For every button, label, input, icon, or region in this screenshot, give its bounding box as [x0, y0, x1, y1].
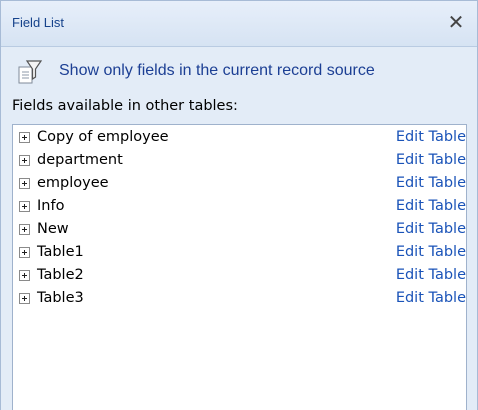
table-name[interactable]: Table3	[37, 290, 84, 306]
field-list-pane: Field List ✕ Show only fields in the cur…	[0, 0, 478, 410]
expand-plus-icon[interactable]	[19, 247, 30, 258]
close-icon[interactable]: ✕	[445, 11, 467, 33]
table-row: department Edit Table	[13, 150, 466, 173]
table-name[interactable]: New	[37, 221, 69, 237]
table-row: Table3 Edit Table	[13, 288, 466, 311]
edit-table-link[interactable]: Edit Table	[396, 267, 466, 283]
edit-table-link[interactable]: Edit Table	[396, 198, 466, 214]
edit-table-link[interactable]: Edit Table	[396, 129, 466, 145]
expand-plus-icon[interactable]	[19, 270, 30, 281]
expand-plus-icon[interactable]	[19, 201, 30, 212]
edit-table-link[interactable]: Edit Table	[396, 175, 466, 191]
table-row: Table2 Edit Table	[13, 265, 466, 288]
expand-plus-icon[interactable]	[19, 293, 30, 304]
table-row: New Edit Table	[13, 219, 466, 242]
other-tables-heading: Fields available in other tables:	[12, 98, 238, 114]
other-tables-list: Copy of employee Edit Table department E…	[12, 124, 467, 410]
pane-title: Field List	[12, 15, 65, 30]
table-row: Table1 Edit Table	[13, 242, 466, 265]
table-name[interactable]: employee	[37, 175, 109, 191]
table-name[interactable]: department	[37, 152, 123, 168]
table-name[interactable]: Copy of employee	[37, 129, 169, 145]
expand-plus-icon[interactable]	[19, 178, 30, 189]
table-name[interactable]: Info	[37, 198, 64, 214]
table-row: Copy of employee Edit Table	[13, 127, 466, 150]
edit-table-link[interactable]: Edit Table	[396, 290, 466, 306]
edit-table-link[interactable]: Edit Table	[396, 221, 466, 237]
expand-plus-icon[interactable]	[19, 132, 30, 143]
expand-plus-icon[interactable]	[19, 155, 30, 166]
show-current-fields-option[interactable]: Show only fields in the current record s…	[1, 54, 477, 90]
table-name[interactable]: Table2	[37, 267, 84, 283]
pane-title-bar: Field List ✕	[1, 1, 477, 47]
table-name[interactable]: Table1	[37, 244, 84, 260]
table-row: employee Edit Table	[13, 173, 466, 196]
table-row: Info Edit Table	[13, 196, 466, 219]
expand-plus-icon[interactable]	[19, 224, 30, 235]
filter-record-source-icon	[18, 60, 43, 84]
edit-table-link[interactable]: Edit Table	[396, 244, 466, 260]
show-current-fields-link[interactable]: Show only fields in the current record s…	[59, 62, 375, 80]
edit-table-link[interactable]: Edit Table	[396, 152, 466, 168]
